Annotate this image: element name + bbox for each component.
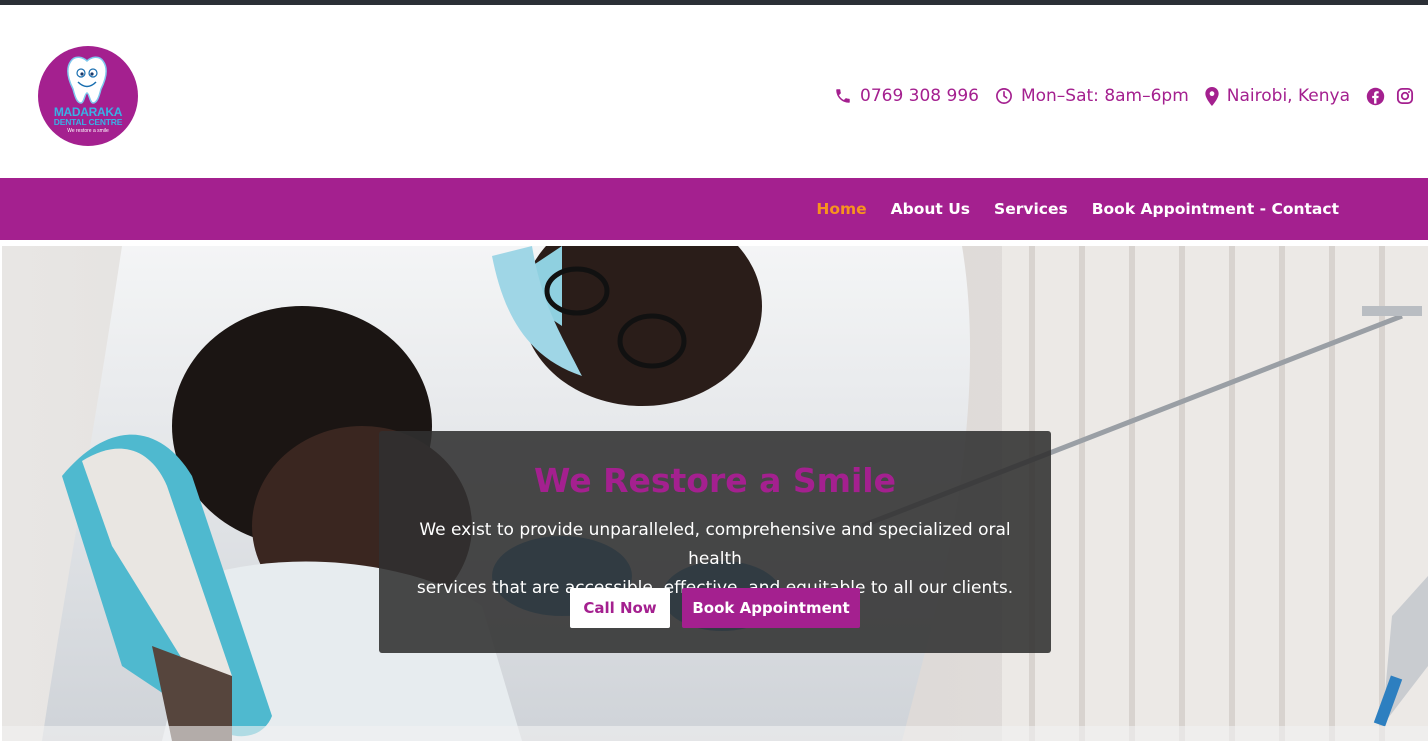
nav-item-services[interactable]: Services <box>994 200 1068 218</box>
site-logo[interactable]: MADARAKA DENTAL CENTRE We restore a smil… <box>38 46 138 146</box>
opening-hours: Mon–Sat: 8am–6pm <box>1020 86 1189 106</box>
location-text: Nairobi, Kenya <box>1226 86 1350 106</box>
contact-bar: 0769 308 996 Mon–Sat: 8am–6pm Nairobi, K… <box>818 83 1414 109</box>
call-now-button[interactable]: Call Now <box>570 588 670 628</box>
tooth-mascot-icon <box>67 56 107 104</box>
clock-icon <box>996 88 1012 104</box>
nav-item-about-us[interactable]: About Us <box>891 200 970 218</box>
hero-text-panel: We Restore a Smile We exist to provide u… <box>379 431 1051 653</box>
facebook-icon[interactable] <box>1366 87 1385 106</box>
contact-hours: Mon–Sat: 8am–6pm <box>995 86 1189 106</box>
social-links <box>1366 87 1414 106</box>
phone-icon <box>836 89 850 103</box>
map-pin-icon <box>1205 86 1219 106</box>
nav-item-home[interactable]: Home <box>816 200 866 218</box>
hero-title: We Restore a Smile <box>533 461 897 500</box>
contact-phone[interactable]: 0769 308 996 <box>834 86 979 106</box>
site-header: MADARAKA DENTAL CENTRE We restore a smil… <box>0 5 1428 178</box>
book-appointment-button[interactable]: Book Appointment <box>682 588 860 628</box>
phone-number: 0769 308 996 <box>860 86 979 106</box>
instagram-icon[interactable] <box>1396 87 1414 105</box>
main-navigation: Home About Us Services Book Appointment … <box>0 178 1428 240</box>
contact-location: Nairobi, Kenya <box>1205 86 1350 106</box>
logo-text-subtitle: DENTAL CENTRE <box>53 117 123 127</box>
logo-tagline: We restore a smile <box>67 128 109 134</box>
hero-section: We Restore a Smile We exist to provide u… <box>2 246 1428 741</box>
nav-item-book-appointment-contact[interactable]: Book Appointment - Contact <box>1092 200 1339 218</box>
nav-menu: Home About Us Services Book Appointment … <box>792 178 1339 240</box>
hero-subtitle-line-1: We exist to provide unparalleled, compre… <box>419 520 1011 569</box>
